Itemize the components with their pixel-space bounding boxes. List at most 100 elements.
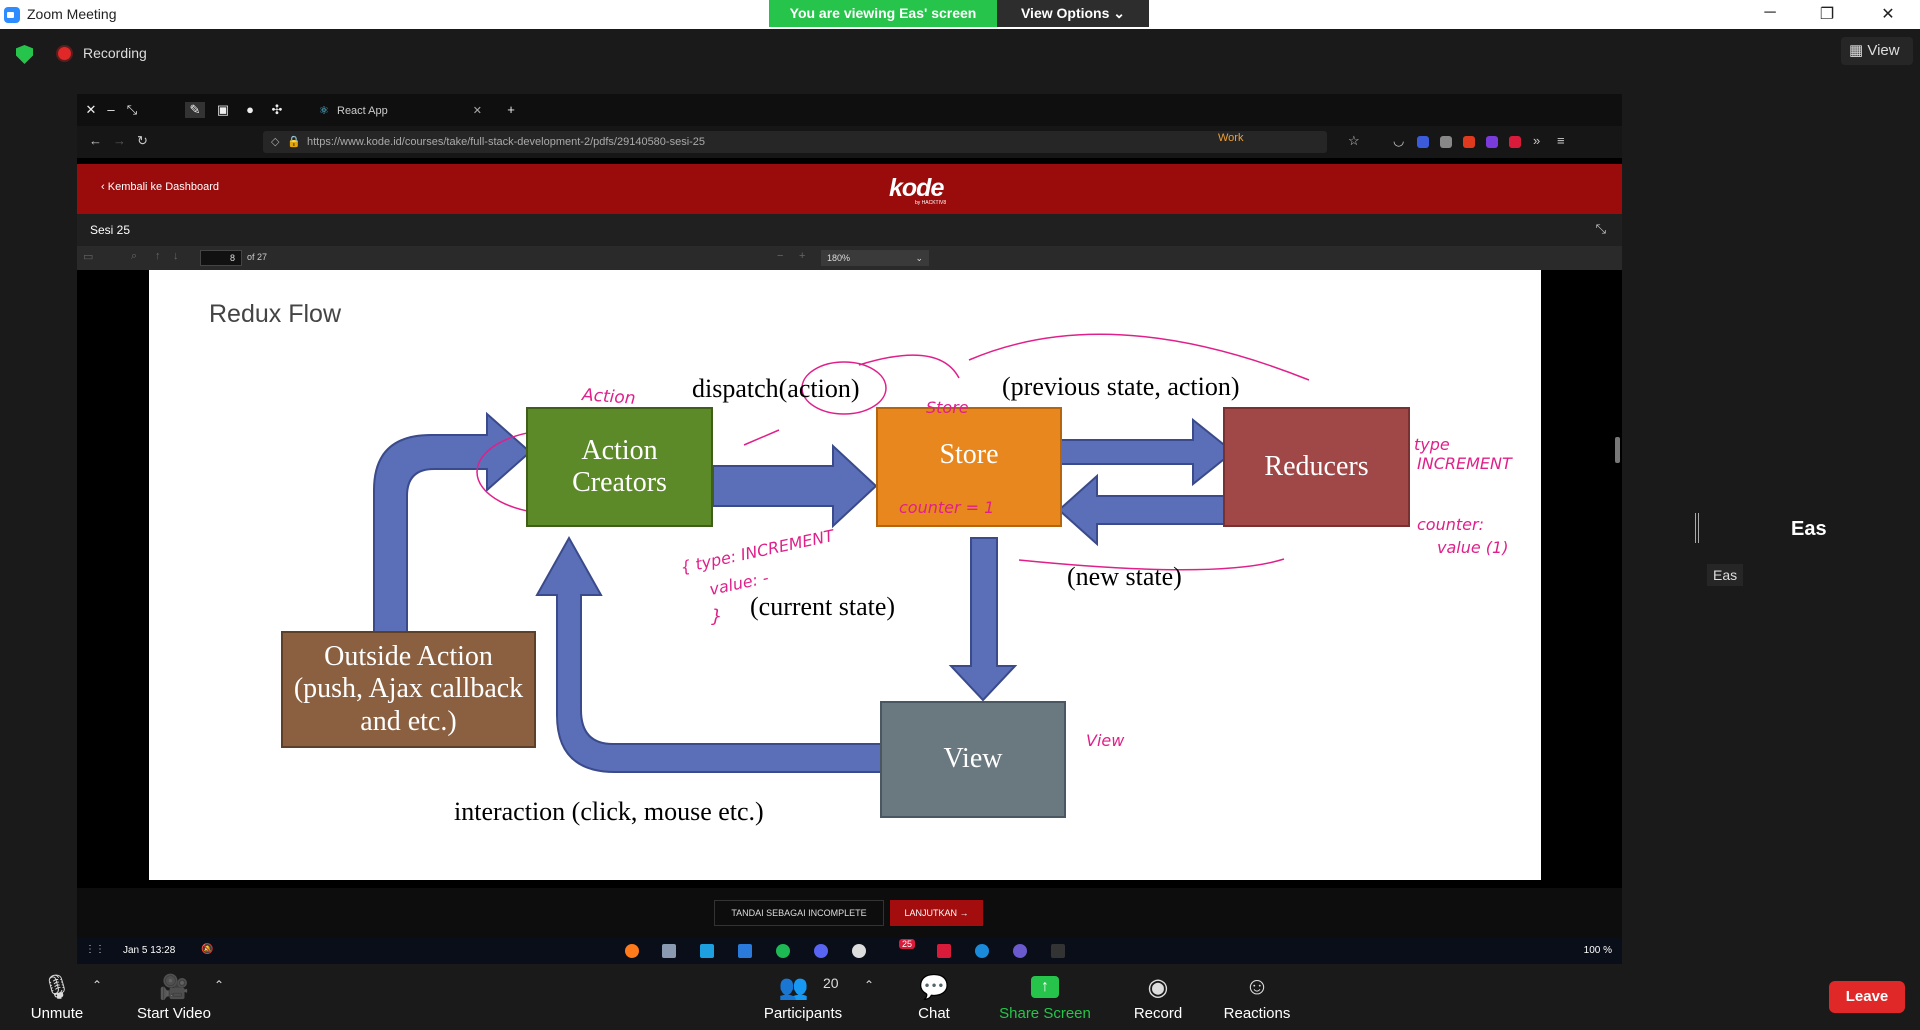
chevron-left-icon: ‹ — [101, 181, 108, 193]
forward-arrow-icon[interactable]: → — [113, 133, 126, 148]
annotation-store: Store — [926, 398, 969, 417]
pinned-tab-pen-icon[interactable]: ✎ — [185, 102, 205, 118]
share-screen-button[interactable]: ↑ Share Screen — [985, 964, 1105, 1030]
app-icon[interactable] — [937, 944, 951, 958]
terminal-icon[interactable] — [1051, 944, 1065, 958]
sidebar-toggle-icon[interactable]: ▭ — [83, 250, 93, 263]
video-off-icon: 🎥 — [159, 974, 189, 1001]
overflow-icon[interactable]: » — [1533, 133, 1540, 148]
pocket-icon[interactable]: ◡ — [1393, 133, 1404, 149]
record-icon: ◉ — [1147, 974, 1169, 1001]
zoom-logo-icon — [4, 7, 20, 23]
minimize-icon[interactable]: ─ — [1755, 4, 1785, 24]
back-to-dashboard-link[interactable]: ‹ Kembali ke Dashboard — [101, 181, 219, 193]
annotation-value-right: value (1) — [1437, 538, 1509, 557]
tab-close-icon[interactable]: ✕ — [473, 98, 482, 124]
restore-icon[interactable]: ❐ — [1812, 4, 1842, 24]
participants-button[interactable]: 👥 20 Participants — [743, 964, 863, 1030]
discord-icon[interactable] — [814, 944, 828, 958]
audio-options-caret-icon[interactable]: ⌃ — [92, 978, 102, 992]
files-icon[interactable] — [662, 944, 676, 958]
annotation-increment-right: INCREMENT — [1417, 454, 1512, 473]
arrow-stroke — [743, 429, 780, 446]
video-options-caret-icon[interactable]: ⌃ — [214, 978, 224, 992]
annotation-type-right: type — [1414, 435, 1450, 454]
unmute-button[interactable]: 🎙 Unmute — [0, 964, 117, 1030]
view-options-button[interactable]: View Options ⌄ — [997, 0, 1149, 27]
firefox-icon[interactable] — [625, 944, 639, 958]
prev-page-icon[interactable]: ↑ — [155, 250, 161, 262]
extension-icon[interactable] — [1486, 136, 1498, 148]
extension-icon[interactable] — [1463, 136, 1475, 148]
chat-icon: 💬 — [919, 974, 949, 1001]
pinned-tab-github-icon[interactable]: ● — [240, 102, 260, 117]
spotify-icon[interactable] — [776, 944, 790, 958]
zoom-in-icon[interactable]: + — [799, 250, 805, 262]
participants-icon: 👥 — [778, 974, 809, 1001]
calendar-badge[interactable]: 25 — [899, 939, 916, 949]
leave-button[interactable]: Leave — [1829, 981, 1905, 1013]
kode-logo[interactable]: kode — [889, 174, 944, 203]
chat-button[interactable]: 💬 Chat — [874, 964, 994, 1030]
app-icon[interactable] — [700, 944, 714, 958]
container-label[interactable]: Work — [1218, 132, 1243, 144]
chat-label: Chat — [918, 1005, 950, 1022]
view-label: View — [943, 743, 1003, 775]
minimize-window-icon[interactable]: – — [101, 102, 121, 117]
find-icon[interactable]: ⌕ — [131, 250, 137, 263]
extension-icon[interactable] — [1440, 136, 1452, 148]
next-page-icon[interactable]: ↓ — [173, 250, 179, 262]
resize-window-icon[interactable]: ⤡ — [122, 102, 142, 118]
participants-count: 20 — [823, 975, 839, 991]
chrome-icon[interactable] — [852, 944, 866, 958]
apps-grid-icon[interactable]: ⋮⋮ — [85, 944, 105, 955]
app-icon[interactable] — [1013, 944, 1027, 958]
close-icon[interactable]: ✕ — [1873, 4, 1903, 24]
close-window-icon[interactable]: ✕ — [81, 102, 101, 118]
collapse-icon[interactable]: ⤡ — [1596, 221, 1606, 237]
unmute-label: Unmute — [30, 1005, 84, 1022]
participant-divider[interactable] — [1695, 513, 1699, 543]
arrow-outside-to-action — [373, 411, 532, 636]
arrow-stroke — [858, 354, 960, 379]
reload-icon[interactable]: ↻ — [137, 133, 148, 149]
view-box: View — [880, 701, 1066, 818]
next-button[interactable]: LANJUTKAN → — [890, 900, 983, 926]
back-arrow-icon[interactable]: ← — [89, 133, 102, 148]
pinned-tab-extension-icon[interactable]: ✣ — [267, 102, 287, 118]
share-screen-icon: ↑ — [1031, 976, 1059, 998]
current-state-label: (current state) — [750, 592, 896, 621]
app-icon[interactable] — [975, 944, 989, 958]
viewing-screen-banner: You are viewing Eas' screen — [769, 0, 997, 27]
recording-label: Recording — [83, 45, 147, 61]
menu-icon[interactable]: ≡ — [1557, 133, 1565, 148]
start-video-label: Start Video — [137, 1005, 211, 1022]
arrow-store-to-reducers — [1060, 417, 1235, 487]
scrollbar[interactable] — [1615, 437, 1620, 463]
new-tab-icon[interactable]: + — [501, 102, 521, 117]
reactions-button[interactable]: ☺ Reactions — [1197, 964, 1317, 1030]
view-button[interactable]: ▦ View — [1841, 37, 1913, 65]
reactions-label: Reactions — [1223, 1005, 1291, 1022]
zoom-select[interactable]: 180% ⌄ — [821, 250, 929, 266]
extension-icon[interactable] — [1417, 136, 1429, 148]
participants-caret-icon[interactable]: ⌃ — [864, 978, 874, 992]
mark-incomplete-button[interactable]: TANDAI SEBAGAI INCOMPLETE — [714, 900, 884, 926]
address-bar[interactable]: ◇ 🔒 https://www.kode.id/courses/take/ful… — [263, 131, 1327, 153]
bell-muted-icon[interactable]: 🔕 — [201, 944, 213, 955]
outside-action-box: Outside Action (push, Ajax callback and … — [281, 631, 536, 748]
vscode-icon[interactable] — [738, 944, 752, 958]
encryption-shield-icon[interactable] — [16, 45, 33, 64]
tab-react-app[interactable]: ⚛ React App ✕ — [313, 98, 488, 124]
interaction-label: interaction (click, mouse etc.) — [454, 797, 764, 826]
extension-icon[interactable] — [1509, 136, 1521, 148]
page-number-input[interactable]: 8 — [200, 250, 242, 266]
start-video-button[interactable]: 🎥 Start Video — [114, 964, 234, 1030]
react-icon: ⚛ — [319, 105, 329, 117]
lock-icon: 🔒 — [287, 136, 301, 148]
arrow-store-to-view — [948, 537, 1018, 702]
bookmark-star-icon[interactable]: ☆ — [1348, 133, 1360, 149]
os-taskbar: ⋮⋮ Jan 5 13:28 🔕 25 100 % — [77, 938, 1622, 964]
zoom-out-icon[interactable]: − — [777, 250, 783, 262]
pinned-tab-contacts-icon[interactable]: ▣ — [213, 102, 233, 118]
